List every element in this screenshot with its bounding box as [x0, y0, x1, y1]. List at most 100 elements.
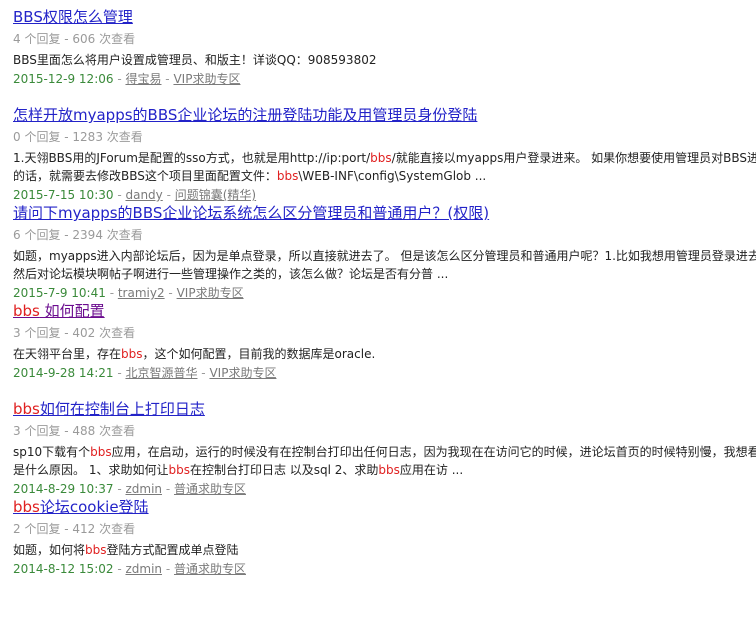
post-date: 2014-9-28 14:21 — [13, 366, 114, 380]
result-stats: 2 个回复 - 412 次查看 — [13, 522, 136, 536]
author-link[interactable]: zdmin — [125, 562, 162, 576]
result-meta: 2015-7-9 10:41 - tramiy2 - VIP求助专区 — [13, 286, 756, 301]
result-stats: 0 个回复 - 1283 次查看 — [13, 130, 143, 144]
snippet-text: 应用在访 ... — [399, 463, 464, 477]
title-text: 怎样开放myapps的BBS企业论坛的注册登陆功能及用管理员身份登陆 — [13, 106, 478, 124]
meta-separator: - — [162, 482, 174, 496]
result-item: BBS权限怎么管理 4 个回复 - 606 次查看 BBS里面怎么将用户设置成管理员… — [13, 7, 756, 105]
result-item: 请问下myapps的BBS企业论坛系统怎么区分管理员和普通用户？(权限) 6 个回… — [13, 203, 756, 301]
result-title-link[interactable]: BBS权限怎么管理 — [13, 7, 756, 28]
snippet-text: 登陆方式配置成单点登陆 — [106, 543, 239, 557]
result-meta: 2015-12-9 12:06 - 得宝易 - VIP求助专区 — [13, 72, 756, 87]
post-date: 2015-7-15 10:30 — [13, 188, 114, 202]
snippet-line: sp10下载有个bbs应用，在启动，运行的时候没有在控制台打印出任何日志，因为我… — [13, 443, 756, 461]
snippet-keyword-highlight: bbs — [276, 169, 299, 183]
meta-separator: - — [113, 366, 126, 380]
result-meta: 2014-9-28 14:21 - 北京智源普华 - VIP求助专区 — [13, 366, 756, 381]
snippet-line: 如题，如何将bbs登陆方式配置成单点登陆 — [13, 541, 756, 559]
result-meta: 2014-8-12 15:02 - zdmin - 普通求助专区 — [13, 562, 756, 577]
post-date: 2014-8-12 15:02 — [13, 562, 114, 576]
title-keyword-highlight: bbs — [13, 400, 40, 418]
category-link[interactable]: 普通求助专区 — [174, 562, 246, 576]
snippet-keyword-highlight: bbs — [90, 445, 112, 459]
snippet-keyword-highlight: bbs — [378, 463, 400, 477]
meta-separator: - — [161, 72, 174, 86]
title-text: 请问下myapps的BBS企业论坛系统怎么区分管理员和普通用户？(权限) — [13, 204, 490, 222]
result-snippet: BBS里面怎么将用户设置成管理员、和版主！详谈QQ：908593802 — [13, 51, 756, 69]
snippet-keyword-highlight: bbs — [370, 151, 392, 165]
search-results-list: BBS权限怎么管理 4 个回复 - 606 次查看 BBS里面怎么将用户设置成管理员… — [13, 7, 756, 595]
snippet-text: 然后对论坛模块啊帖子啊进行一些管理操作之类的，该怎么做？论坛是否有分普 ... — [13, 267, 449, 281]
snippet-text: 在控制台打印日志 以及sql 2、求助 — [189, 463, 379, 477]
snippet-text: 如题，myapps进入内部论坛后，因为是单点登录，所以直接就进去了。 但是该怎么… — [13, 249, 756, 263]
snippet-line: 的话，就需要去修改BBS这个项目里面配置文件：bbs\WEB-INF\confi… — [13, 167, 756, 185]
result-item: bbs 如何配置 3 个回复 - 402 次查看 在天翎平台里，存在bbs，这个如何… — [13, 301, 756, 399]
snippet-text: 如题，如何将 — [13, 543, 86, 557]
category-link[interactable]: VIP求助专区 — [177, 286, 244, 300]
author-link[interactable]: 北京智源普华 — [125, 366, 197, 380]
title-text: 论坛cookie登陆 — [39, 498, 149, 516]
snippet-text: 在天翎平台里，存在 — [13, 347, 122, 361]
result-item: bbs如何在控制台上打印日志 3 个回复 - 488 次查看 sp10下载有个bbs… — [13, 399, 756, 497]
category-link[interactable]: VIP求助专区 — [173, 72, 240, 86]
result-title-link[interactable]: 怎样开放myapps的BBS企业论坛的注册登陆功能及用管理员身份登陆 — [13, 105, 756, 126]
title-text: BBS权限怎么管理 — [13, 8, 133, 26]
snippet-line: 在天翎平台里，存在bbs，这个如何配置，目前我的数据库是oracle. — [13, 345, 756, 363]
result-snippet: 1.天翎BBS用的JForum是配置的sso方式，也就是用http://ip:p… — [13, 149, 756, 185]
post-date: 2015-7-9 10:41 — [13, 286, 106, 300]
meta-separator: - — [197, 366, 210, 380]
result-title-link[interactable]: bbs 如何配置 — [13, 301, 756, 322]
title-text: 如何在控制台上打印日志 — [39, 400, 205, 418]
result-stats: 3 个回复 - 402 次查看 — [13, 326, 136, 340]
category-link[interactable]: 普通求助专区 — [174, 482, 246, 496]
meta-separator: - — [113, 188, 126, 202]
category-link[interactable]: 问题锦囊(精华) — [175, 188, 256, 202]
snippet-text: ，这个如何配置，目前我的数据库是oracle. — [142, 347, 376, 361]
snippet-text: sp10下载有个 — [13, 445, 91, 459]
snippet-text: /就能直接以myapps用户登录进来。 如果你想要使用管理员对BBS进行配 — [391, 151, 756, 165]
title-keyword-highlight: bbs — [13, 498, 40, 516]
meta-separator: - — [113, 562, 126, 576]
result-title-link[interactable]: bbs论坛cookie登陆 — [13, 497, 756, 518]
result-stats: 6 个回复 - 2394 次查看 — [13, 228, 143, 242]
snippet-line: 然后对论坛模块啊帖子啊进行一些管理操作之类的，该怎么做？论坛是否有分普 ... — [13, 265, 756, 283]
author-link[interactable]: tramiy2 — [118, 286, 165, 300]
snippet-keyword-highlight: bbs — [121, 347, 143, 361]
title-text: 如何配置 — [39, 302, 105, 320]
author-link[interactable]: zdmin — [125, 482, 162, 496]
meta-separator: - — [162, 188, 175, 202]
snippet-text: BBS里面怎么将用户设置成管理员、和版主！详谈QQ：908593802 — [13, 53, 377, 67]
result-snippet: 如题，myapps进入内部论坛后，因为是单点登录，所以直接就进去了。 但是该怎么… — [13, 247, 756, 283]
result-title-link[interactable]: 请问下myapps的BBS企业论坛系统怎么区分管理员和普通用户？(权限) — [13, 203, 756, 224]
snippet-line: 如题，myapps进入内部论坛后，因为是单点登录，所以直接就进去了。 但是该怎么… — [13, 247, 756, 265]
meta-separator: - — [113, 482, 126, 496]
result-meta: 2014-8-29 10:37 - zdmin - 普通求助专区 — [13, 482, 756, 497]
snippet-keyword-highlight: bbs — [85, 543, 107, 557]
title-keyword-highlight: bbs — [13, 302, 40, 320]
snippet-line: BBS里面怎么将用户设置成管理员、和版主！详谈QQ：908593802 — [13, 51, 756, 69]
snippet-text: 1.天翎BBS用的JForum是配置的sso方式，也就是用http://ip:p… — [13, 151, 371, 165]
author-link[interactable]: 得宝易 — [125, 72, 161, 86]
post-date: 2014-8-29 10:37 — [13, 482, 114, 496]
snippet-line: 1.天翎BBS用的JForum是配置的sso方式，也就是用http://ip:p… — [13, 149, 756, 167]
result-snippet: 在天翎平台里，存在bbs，这个如何配置，目前我的数据库是oracle. — [13, 345, 756, 363]
author-link[interactable]: dandy — [125, 188, 162, 202]
result-item: 怎样开放myapps的BBS企业论坛的注册登陆功能及用管理员身份登陆 0 个回复 … — [13, 105, 756, 203]
snippet-text: \WEB-INF\config\SystemGlob ... — [298, 169, 487, 183]
snippet-text: 的话，就需要去修改BBS这个项目里面配置文件： — [13, 169, 277, 183]
meta-separator: - — [113, 72, 126, 86]
result-item: bbs论坛cookie登陆 2 个回复 - 412 次查看 如题，如何将bbs登陆方… — [13, 497, 756, 595]
meta-separator: - — [105, 286, 118, 300]
snippet-text: 是什么原因。 1、求助如何让 — [13, 463, 169, 477]
result-snippet: sp10下载有个bbs应用，在启动，运行的时候没有在控制台打印出任何日志，因为我… — [13, 443, 756, 479]
meta-separator: - — [162, 562, 174, 576]
meta-separator: - — [164, 286, 177, 300]
result-stats: 3 个回复 - 488 次查看 — [13, 424, 136, 438]
snippet-text: 应用，在启动，运行的时候没有在控制台打印出任何日志，因为我现在在访问它的时候，进… — [111, 445, 756, 459]
result-stats: 4 个回复 - 606 次查看 — [13, 32, 136, 46]
snippet-keyword-highlight: bbs — [168, 463, 190, 477]
result-snippet: 如题，如何将bbs登陆方式配置成单点登陆 — [13, 541, 756, 559]
category-link[interactable]: VIP求助专区 — [209, 366, 276, 380]
snippet-line: 是什么原因。 1、求助如何让bbs在控制台打印日志 以及sql 2、求助bbs应… — [13, 461, 756, 479]
result-title-link[interactable]: bbs如何在控制台上打印日志 — [13, 399, 756, 420]
